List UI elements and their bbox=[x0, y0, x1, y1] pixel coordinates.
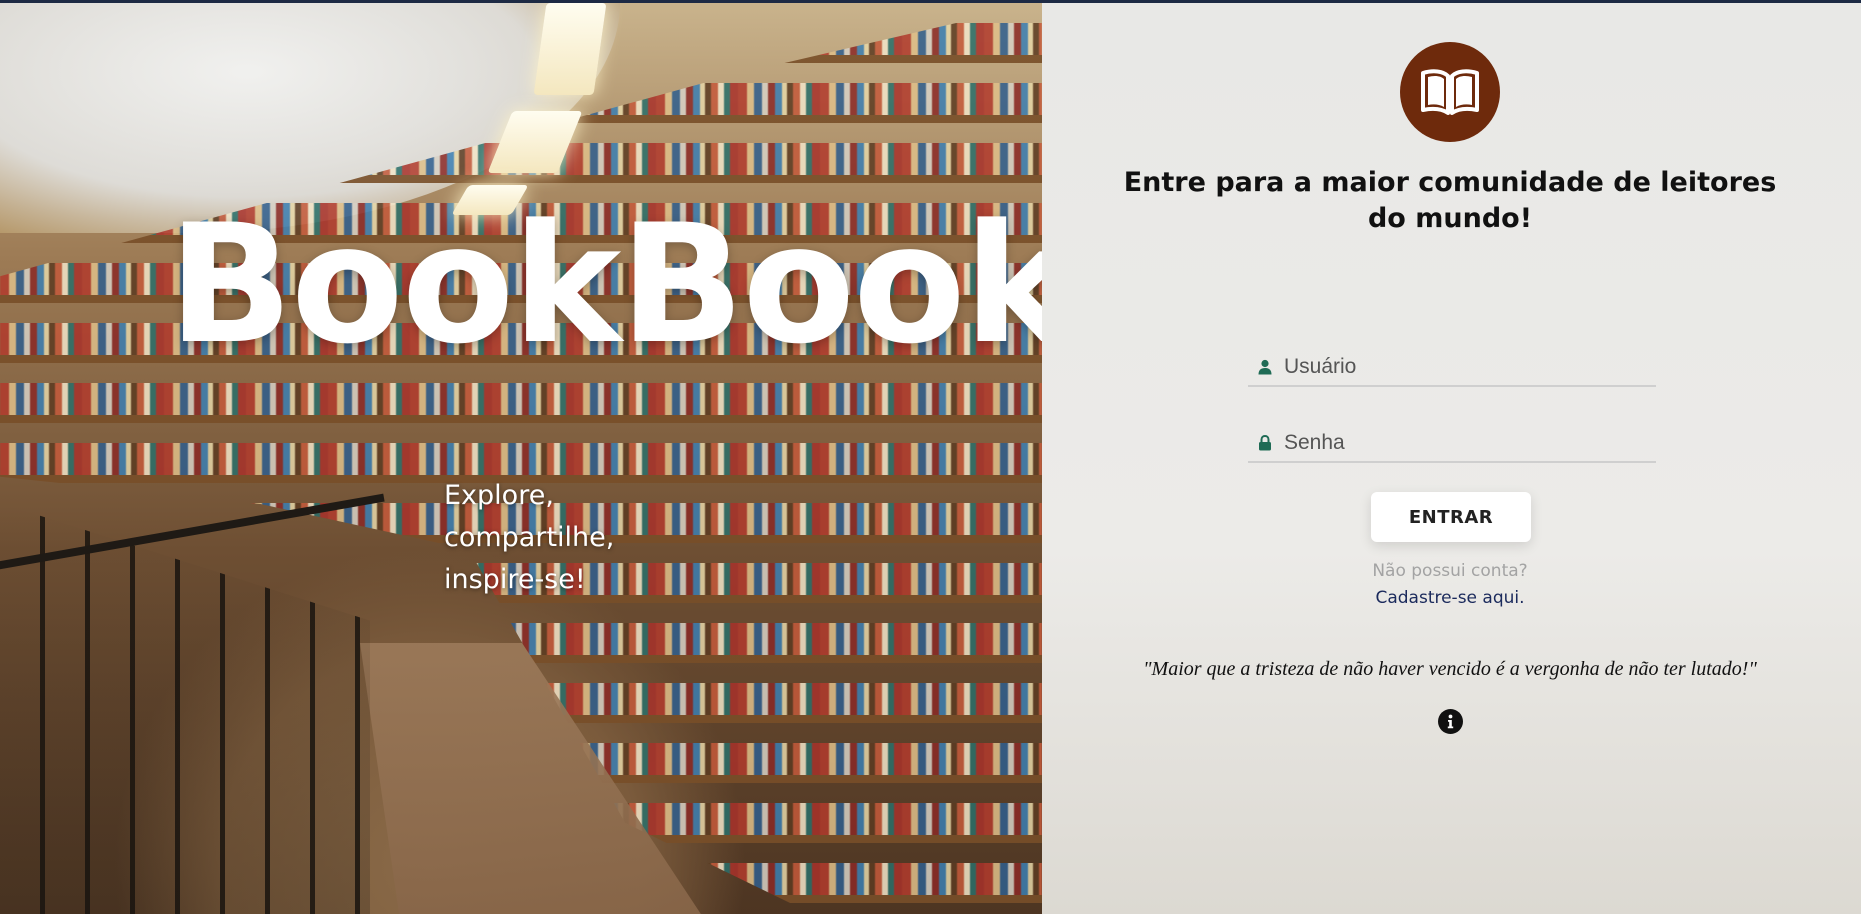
welcome-headline: Entre para a maior comunidade de leitore… bbox=[1123, 167, 1777, 234]
tagline-line: inspire-se! bbox=[444, 564, 586, 595]
login-button[interactable]: ENTRAR bbox=[1371, 492, 1531, 542]
password-field bbox=[1248, 425, 1656, 463]
tagline-line: Explore, bbox=[444, 480, 554, 511]
username-input[interactable] bbox=[1278, 350, 1656, 384]
open-book-icon bbox=[1400, 42, 1500, 142]
brand-title: BookBook bbox=[168, 189, 1042, 380]
no-account-text: Não possui conta? bbox=[1372, 561, 1528, 581]
info-icon[interactable] bbox=[1438, 709, 1463, 734]
user-icon bbox=[1252, 359, 1278, 375]
brand-tagline: Explore, compartilhe, inspire-se! bbox=[444, 475, 684, 601]
tagline-line: compartilhe, bbox=[444, 522, 615, 553]
username-field bbox=[1248, 349, 1656, 387]
password-input[interactable] bbox=[1278, 426, 1656, 460]
login-panel: Entre para a maior comunidade de leitore… bbox=[1042, 3, 1861, 914]
lock-icon bbox=[1252, 435, 1278, 451]
inspirational-quote: "Maior que a tristeza de não haver venci… bbox=[1143, 658, 1757, 680]
login-page: BookBook Explore, compartilhe, inspire-s… bbox=[0, 0, 1861, 914]
hero-image: BookBook Explore, compartilhe, inspire-s… bbox=[0, 3, 1042, 914]
signup-link[interactable]: Cadastre-se aqui. bbox=[1042, 588, 1858, 608]
